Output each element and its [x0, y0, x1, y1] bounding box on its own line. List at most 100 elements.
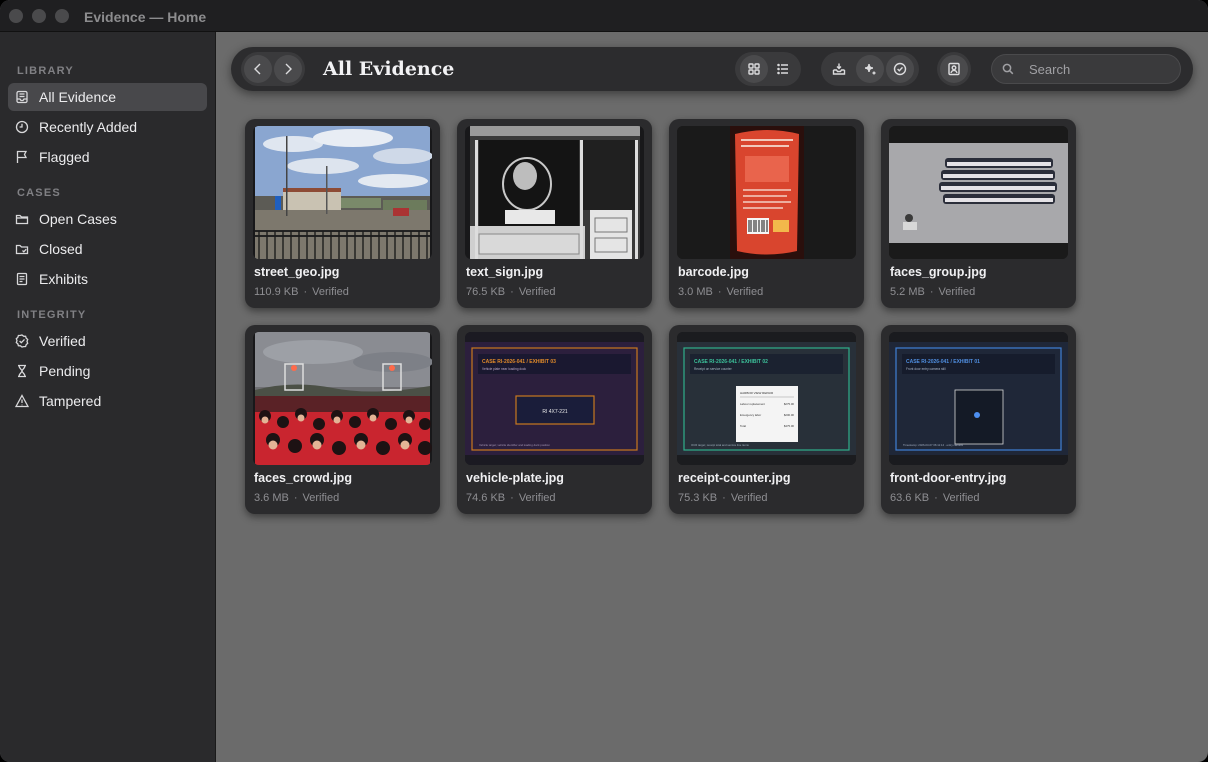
thumbnail-heading: CASE RI-2026-041 / EXHIBIT 02: [694, 359, 768, 365]
archive-box-icon: [15, 90, 29, 104]
license-plate-text: RI 4X7-221: [542, 409, 568, 415]
thumbnail-footer: OCR target; receipt total and service li…: [691, 443, 749, 447]
receipt-line-value: $275.00: [784, 402, 795, 406]
clock-icon: [15, 120, 29, 134]
verify-button[interactable]: [886, 55, 914, 83]
verify-badge-icon: [893, 62, 907, 76]
evidence-filename: faces_group.jpg: [890, 265, 987, 279]
evidence-filename: text_sign.jpg: [466, 265, 544, 279]
sidebar-item-closed[interactable]: Closed: [8, 235, 207, 263]
receipt-total-label: Total: [740, 424, 746, 428]
back-button[interactable]: [244, 55, 272, 83]
status-label: Verified: [518, 286, 556, 298]
flag-icon: [15, 150, 29, 164]
sidebar-item-exhibits[interactable]: Exhibits: [8, 265, 207, 293]
receipt-shop-name: HARBOR VIEW REPAIR: [740, 391, 774, 395]
evidence-thumbnail: CASE RI-2026-041 / EXHIBIT 02 Receipt on…: [677, 332, 856, 465]
forward-icon: [285, 63, 292, 75]
thumbnail-heading: CASE RI-2026-041 / EXHIBIT 03: [482, 359, 556, 365]
toolbar: All Evidence: [231, 47, 1193, 91]
app-window: Evidence — Home LIBRARY All Evidence Rec…: [0, 0, 1208, 762]
sidebar-item-label: Exhibits: [39, 271, 89, 287]
evidence-card-street-geo[interactable]: street_geo.jpg 110.9 KB · Verified: [245, 119, 440, 308]
evidence-thumbnail: [253, 332, 432, 465]
file-size: 5.2 MB: [890, 286, 925, 298]
hourglass-icon: [15, 364, 29, 378]
sidebar-item-label: Flagged: [39, 149, 90, 165]
file-size: 110.9 KB: [254, 286, 299, 298]
search-icon: [1002, 63, 1014, 75]
close-window-button[interactable]: [9, 9, 23, 23]
evidence-filename: vehicle-plate.jpg: [466, 471, 564, 485]
view-mode-group: [735, 52, 801, 86]
search-input[interactable]: [1029, 61, 1169, 77]
evidence-card-barcode[interactable]: barcode.jpg 3.0 MB · Verified: [669, 119, 864, 308]
evidence-meta: 76.5 KB · Verified: [466, 286, 556, 298]
evidence-card-text-sign[interactable]: text_sign.jpg 76.5 KB · Verified: [457, 119, 652, 308]
section-label-cases: CASES: [17, 187, 61, 199]
import-tray-icon: [832, 63, 846, 75]
evidence-card-vehicle-plate[interactable]: CASE RI-2026-041 / EXHIBIT 03 Vehicle pl…: [457, 325, 652, 514]
list-view-button[interactable]: [769, 55, 797, 83]
receipt-line-label: Emergency labor: [740, 413, 761, 417]
search-field[interactable]: [991, 54, 1181, 84]
section-label-integrity: INTEGRITY: [17, 309, 87, 321]
evidence-thumbnail: CASE RI-2026-041 / EXHIBIT 01 Front door…: [889, 332, 1068, 465]
page-title: All Evidence: [323, 58, 455, 80]
evidence-meta: 110.9 KB · Verified: [254, 286, 349, 298]
forward-button[interactable]: [274, 55, 302, 83]
sidebar-item-pending[interactable]: Pending: [8, 357, 207, 385]
verified-badge-icon: [15, 334, 29, 348]
evidence-card-receipt-counter[interactable]: CASE RI-2026-041 / EXHIBIT 02 Receipt on…: [669, 325, 864, 514]
sidebar-item-all-evidence[interactable]: All Evidence: [8, 83, 207, 111]
sidebar-item-recently-added[interactable]: Recently Added: [8, 113, 207, 141]
sidebar-item-flagged[interactable]: Flagged: [8, 143, 207, 171]
minimize-window-button[interactable]: [32, 9, 46, 23]
zoom-window-button[interactable]: [55, 9, 69, 23]
folder-check-icon: [15, 242, 29, 256]
thumbnail-heading: CASE RI-2026-041 / EXHIBIT 01: [906, 359, 980, 365]
status-label: Verified: [302, 492, 340, 504]
evidence-meta: 63.6 KB · Verified: [890, 492, 980, 504]
sidebar-item-tampered[interactable]: Tampered: [8, 387, 207, 415]
contact-card-icon: [948, 62, 960, 76]
grid-view-button[interactable]: [740, 55, 768, 83]
sidebar-item-label: Closed: [39, 241, 83, 257]
list-view-icon: [777, 63, 788, 75]
import-button[interactable]: [825, 55, 853, 83]
analyze-button[interactable]: [856, 55, 884, 83]
status-label: Verified: [312, 286, 349, 298]
sidebar-item-open-cases[interactable]: Open Cases: [8, 205, 207, 233]
thumbnail-subtitle: Receipt on service counter: [694, 367, 733, 371]
status-label: Verified: [518, 492, 556, 504]
thumbnail-subtitle: Front door entry camera still: [906, 367, 946, 371]
status-label: Verified: [726, 286, 764, 298]
evidence-card-front-door-entry[interactable]: CASE RI-2026-041 / EXHIBIT 01 Front door…: [881, 325, 1076, 514]
sidebar-item-verified[interactable]: Verified: [8, 327, 207, 355]
grid-view-icon: [748, 63, 760, 75]
file-size: 75.3 KB: [678, 492, 718, 504]
sidebar-item-label: Tampered: [39, 393, 102, 409]
warning-triangle-icon: [15, 394, 29, 408]
file-size: 74.6 KB: [466, 492, 506, 504]
sidebar-item-label: Open Cases: [39, 211, 117, 227]
actions-group: [821, 52, 919, 86]
file-size: 76.5 KB: [466, 286, 506, 298]
sidebar: LIBRARY All Evidence Recently Added Flag…: [0, 32, 216, 762]
evidence-thumbnail: [465, 126, 644, 259]
navigation-group: [241, 52, 305, 86]
contacts-group: [937, 52, 971, 86]
sparkle-icon: [864, 63, 876, 75]
evidence-card-faces-crowd[interactable]: faces_crowd.jpg 3.6 MB · Verified: [245, 325, 440, 514]
evidence-meta: 3.0 MB · Verified: [678, 286, 764, 298]
file-size: 63.6 KB: [890, 492, 930, 504]
evidence-card-faces-group[interactable]: faces_group.jpg 5.2 MB · Verified: [881, 119, 1076, 308]
file-size: 3.6 MB: [254, 492, 289, 504]
evidence-meta: 75.3 KB · Verified: [678, 492, 768, 504]
evidence-filename: front-door-entry.jpg: [890, 471, 1007, 485]
evidence-meta: 74.6 KB · Verified: [466, 492, 556, 504]
evidence-meta: 5.2 MB · Verified: [890, 286, 976, 298]
folder-icon: [15, 212, 29, 226]
contact-card-button[interactable]: [940, 55, 968, 83]
evidence-filename: faces_crowd.jpg: [254, 471, 352, 485]
